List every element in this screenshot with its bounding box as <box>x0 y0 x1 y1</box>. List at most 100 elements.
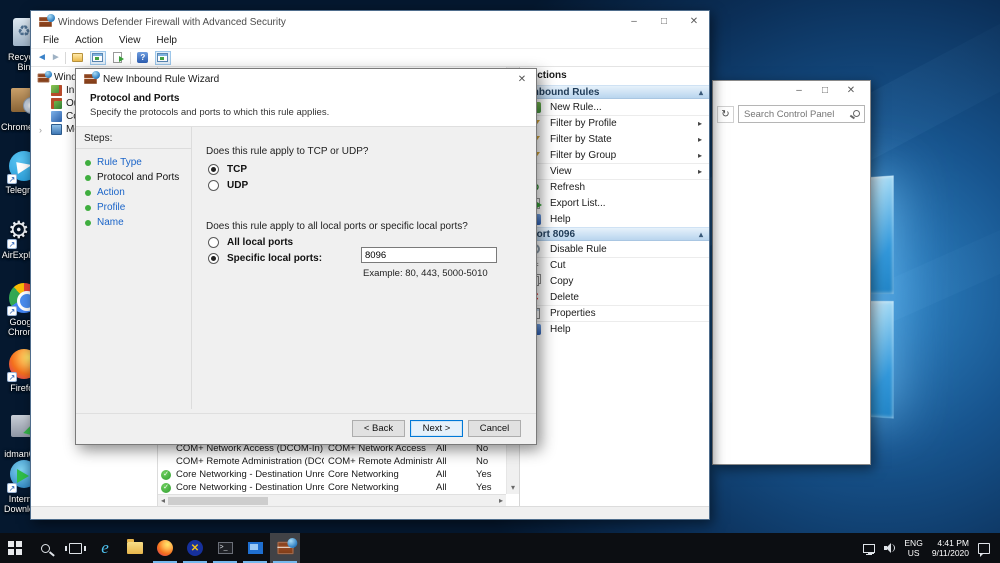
action-new-rule[interactable]: New Rule... <box>520 99 709 115</box>
action-pane-icon <box>157 53 168 62</box>
new-inbound-rule-wizard: New Inbound Rule Wizard ✕ Protocol and P… <box>75 68 537 445</box>
horizontal-scrollbar[interactable]: ◂ ▸ <box>158 494 506 506</box>
radio-button-icon[interactable] <box>208 164 219 175</box>
shortcut-arrow-icon: ↗ <box>7 174 17 184</box>
show-action-pane-button[interactable] <box>155 51 171 65</box>
taskbar-photos-app[interactable] <box>240 533 270 563</box>
action-label: New Rule... <box>550 102 602 113</box>
minimize-button[interactable]: – <box>619 12 649 32</box>
close-icon[interactable]: ✕ <box>508 74 536 85</box>
submenu-arrow-icon: ▸ <box>698 135 702 144</box>
taskbar-file-explorer[interactable] <box>120 533 150 563</box>
table-row[interactable]: ✓ Core Networking - Destination Unreacha… <box>158 468 506 481</box>
ports-example-text: Example: 80, 443, 5000-5010 <box>363 268 488 279</box>
menu-file[interactable]: File <box>35 35 67 46</box>
back-button[interactable]: ◄ <box>37 52 47 63</box>
step-protocol-and-ports[interactable]: Protocol and Ports <box>76 170 191 185</box>
collapse-arrow-icon[interactable]: ▴ <box>699 230 703 239</box>
radio-tcp[interactable]: TCP <box>208 164 247 175</box>
task-view-icon <box>69 543 82 554</box>
action-export-list[interactable]: Export List... <box>520 195 709 211</box>
action-center-icon[interactable] <box>978 543 990 554</box>
maximize-button[interactable]: □ <box>812 85 838 96</box>
show-console-tree-button[interactable] <box>90 51 106 65</box>
cancel-button[interactable]: Cancel <box>468 420 521 437</box>
radio-button-icon[interactable] <box>208 237 219 248</box>
expand-arrow-icon[interactable]: › <box>39 125 47 135</box>
radio-button-icon[interactable] <box>208 180 219 191</box>
specific-ports-input[interactable] <box>361 247 497 263</box>
radio-udp[interactable]: UDP <box>208 180 248 191</box>
section-header-port-8096[interactable]: Port 8096 ▴ <box>520 227 709 241</box>
network-icon[interactable] <box>863 544 875 553</box>
menu-help[interactable]: Help <box>148 35 185 46</box>
action-help-2[interactable]: ? Help <box>520 321 709 337</box>
menu-action[interactable]: Action <box>67 35 111 46</box>
clock[interactable]: 4:41 PM 9/11/2020 <box>932 538 969 558</box>
speaker-icon[interactable] <box>884 543 895 553</box>
action-view[interactable]: View ▸ <box>520 163 709 179</box>
next-button[interactable]: Next > <box>410 420 463 437</box>
scroll-down-arrow[interactable]: ▾ <box>507 482 519 494</box>
action-label: Help <box>550 214 571 225</box>
enabled-check-icon: ✓ <box>161 470 171 480</box>
taskbar-firefox[interactable] <box>150 533 180 563</box>
action-refresh[interactable]: ↻ Refresh <box>520 179 709 195</box>
taskbar-directx-app[interactable]: ✕ <box>180 533 210 563</box>
section-header-inbound-rules[interactable]: Inbound Rules ▴ <box>520 85 709 99</box>
help-button[interactable]: ? <box>135 51 151 65</box>
action-filter-by-state[interactable]: Filter by State ▸ <box>520 131 709 147</box>
export-list-button[interactable] <box>110 51 126 65</box>
scrollbar-thumb[interactable] <box>168 497 268 505</box>
search-icon <box>41 544 50 553</box>
taskbar-search-button[interactable] <box>30 533 60 563</box>
close-button[interactable]: ✕ <box>838 85 864 96</box>
action-properties[interactable]: Properties <box>520 305 709 321</box>
up-one-level-button[interactable] <box>70 51 86 65</box>
action-label: Help <box>550 324 571 335</box>
step-rule-type[interactable]: Rule Type <box>76 155 191 170</box>
radio-button-icon[interactable] <box>208 253 219 264</box>
submenu-arrow-icon: ▸ <box>698 167 702 176</box>
action-disable-rule[interactable]: Disable Rule <box>520 241 709 257</box>
inbound-rules-icon <box>51 85 62 96</box>
menu-view[interactable]: View <box>111 35 149 46</box>
page-title: Protocol and Ports <box>90 93 536 104</box>
radio-label: All local ports <box>227 237 293 248</box>
section-header-label: Inbound Rules <box>530 87 599 98</box>
action-cut[interactable]: ✂ Cut <box>520 257 709 273</box>
table-row[interactable]: ✓ Core Networking - Destination Unreacha… <box>158 481 506 494</box>
action-filter-by-group[interactable]: Filter by Group ▸ <box>520 147 709 163</box>
action-copy[interactable]: Copy <box>520 273 709 289</box>
taskbar-command-prompt[interactable]: >_ <box>210 533 240 563</box>
rule-enabled: No <box>476 456 506 467</box>
action-delete[interactable]: ✕ Delete <box>520 289 709 305</box>
taskbar-internet-explorer[interactable]: e <box>90 533 120 563</box>
step-name[interactable]: Name <box>76 215 191 230</box>
search-icon[interactable] <box>853 110 860 117</box>
search-input[interactable] <box>739 106 864 122</box>
minimize-button[interactable]: – <box>786 85 812 96</box>
back-button[interactable]: < Back <box>352 420 405 437</box>
close-button[interactable]: ✕ <box>679 12 709 32</box>
step-action[interactable]: Action <box>76 185 191 200</box>
question-protocol: Does this rule apply to TCP or UDP? <box>206 146 368 157</box>
start-button[interactable] <box>0 533 30 563</box>
refresh-button[interactable]: ↻ <box>717 106 734 123</box>
tray-date: 9/11/2020 <box>932 548 969 558</box>
rule-profile: All <box>436 469 466 480</box>
action-filter-by-profile[interactable]: Filter by Profile ▸ <box>520 115 709 131</box>
step-profile[interactable]: Profile <box>76 200 191 215</box>
maximize-button[interactable]: □ <box>649 12 679 32</box>
language-indicator[interactable]: ENG US <box>904 538 922 558</box>
task-view-button[interactable] <box>60 533 90 563</box>
action-label: Filter by Profile <box>550 118 617 129</box>
collapse-arrow-icon[interactable]: ▴ <box>699 88 703 97</box>
radio-specific-local-ports[interactable]: Specific local ports: <box>208 253 322 264</box>
forward-button[interactable]: ► <box>51 52 61 63</box>
wizard-title: New Inbound Rule Wizard <box>103 74 219 85</box>
taskbar-firewall-app[interactable] <box>270 533 300 563</box>
radio-all-local-ports[interactable]: All local ports <box>208 237 293 248</box>
action-help[interactable]: ? Help <box>520 211 709 227</box>
table-row[interactable]: COM+ Remote Administration (DCOM-In) COM… <box>158 455 506 468</box>
